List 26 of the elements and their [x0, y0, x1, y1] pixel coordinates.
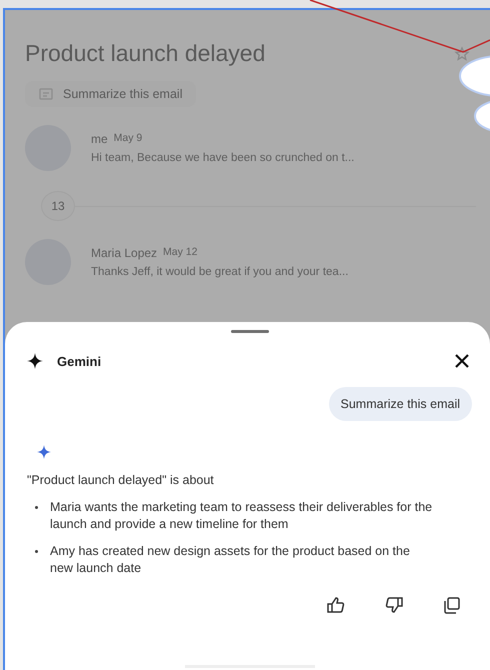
summary-point: Maria wants the marketing team to reassess their deliverables for the launch and provide a new timeline for them: [50, 499, 434, 533]
bullet-dot: [35, 506, 38, 509]
email-subject: Product launch delayed: [25, 40, 266, 67]
sparkle-icon: [27, 353, 43, 369]
message-date: May 9: [114, 132, 142, 146]
message-row[interactable]: Maria Lopez May 12 Thanks Jeff, it would be great if you and your tea...: [25, 239, 476, 285]
close-icon[interactable]: [454, 353, 470, 369]
thumbs-up-icon[interactable]: [326, 595, 346, 615]
prompt-bubble: Summarize this email: [328, 387, 472, 421]
message-row[interactable]: me May 9 Hi team, Because we have been so crunched on t...: [25, 125, 476, 171]
summary-icon: [39, 88, 53, 100]
message-preview: Hi team, Because we have been so crunched on t...: [91, 152, 354, 164]
copy-icon[interactable]: [442, 595, 462, 615]
sender-name: me: [91, 132, 108, 146]
drag-handle[interactable]: [230, 330, 268, 333]
panel-title: Gemini: [57, 354, 102, 368]
sparkle-icon: [37, 445, 51, 459]
message-preview: Thanks Jeff, it would be great if you and your tea...: [91, 266, 348, 278]
star-icon[interactable]: [454, 46, 470, 62]
message-date: May 12: [163, 246, 198, 260]
bullet-dot: [35, 550, 38, 553]
thumbs-down-icon[interactable]: [384, 595, 404, 615]
summary-intro: "Product launch delayed" is about: [27, 473, 215, 487]
collapsed-count[interactable]: 13: [41, 191, 75, 221]
summary-point: Amy has created new design assets for the product based on the new launch date: [50, 543, 411, 577]
sender-name: Maria Lopez: [91, 246, 158, 260]
